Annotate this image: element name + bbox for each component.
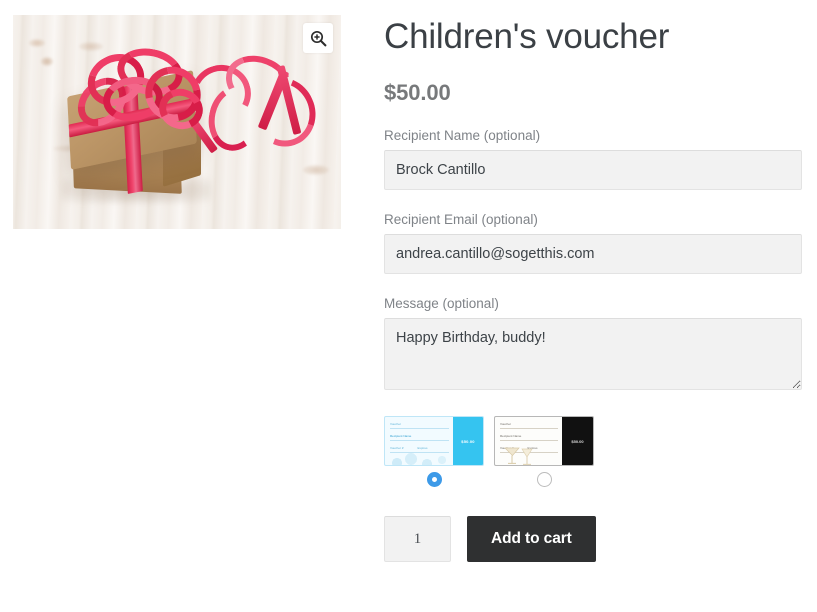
product-summary: Children's voucher $50.00 Recipient Name… bbox=[384, 0, 804, 562]
add-to-cart-button[interactable]: Add to cart bbox=[467, 516, 596, 562]
recipient-name-label: Recipient Name (optional) bbox=[384, 128, 541, 143]
zoom-image-button[interactable] bbox=[303, 23, 333, 53]
cocktail-glass-icon bbox=[504, 447, 533, 465]
voucher-thumb-rule bbox=[500, 428, 558, 429]
message-textarea[interactable]: Happy Birthday, buddy! bbox=[384, 318, 802, 390]
voucher-thumb-line: Voucher bbox=[390, 422, 402, 426]
recipient-email-field-group: Recipient Email (optional) bbox=[384, 212, 804, 274]
product-image[interactable] bbox=[13, 15, 341, 229]
recipient-email-label: Recipient Email (optional) bbox=[384, 212, 538, 227]
floral-graphic bbox=[387, 449, 451, 465]
recipient-email-input[interactable] bbox=[384, 234, 802, 274]
voucher-thumb-rule bbox=[390, 428, 449, 429]
voucher-thumb-rule bbox=[500, 440, 558, 441]
template-option-blue-floral[interactable]: Voucher Recipient Name Voucher # Expires… bbox=[384, 416, 484, 487]
message-label: Message (optional) bbox=[384, 296, 499, 311]
product-price: $50.00 bbox=[384, 80, 451, 105]
template-option-black-cocktail[interactable]: Voucher Recipient Name Voucher # Expires bbox=[494, 416, 594, 487]
voucher-thumb-rule bbox=[390, 440, 449, 441]
voucher-thumb-amount-panel: $50.00 bbox=[562, 417, 593, 465]
voucher-thumb-line: Voucher bbox=[500, 422, 512, 426]
recipient-name-input[interactable] bbox=[384, 150, 802, 190]
quantity-input[interactable] bbox=[384, 516, 451, 562]
template-radio-black-cocktail[interactable] bbox=[536, 472, 552, 487]
recipient-name-field-group: Recipient Name (optional) bbox=[384, 128, 804, 190]
voucher-thumb-amount: $50.00 bbox=[461, 438, 475, 444]
add-to-cart-row: Add to cart bbox=[384, 516, 804, 562]
voucher-thumb-line: Recipient Name bbox=[500, 434, 522, 438]
wood-knot bbox=[29, 39, 45, 47]
blue-floral-voucher-thumbnail[interactable]: Voucher Recipient Name Voucher # Expires… bbox=[384, 416, 484, 466]
voucher-thumb-line: Recipient Name bbox=[390, 434, 412, 438]
product-gallery bbox=[13, 15, 341, 229]
voucher-thumb-details: Voucher Recipient Name Voucher # Expires bbox=[495, 417, 562, 465]
product-title: Children's voucher bbox=[384, 17, 670, 56]
voucher-template-chooser: Voucher Recipient Name Voucher # Expires… bbox=[384, 416, 804, 487]
message-field-group: Message (optional) Happy Birthday, buddy… bbox=[384, 296, 804, 390]
black-cocktail-voucher-thumbnail[interactable]: Voucher Recipient Name Voucher # Expires bbox=[494, 416, 594, 466]
template-radio-blue-floral[interactable] bbox=[426, 472, 442, 487]
voucher-thumb-amount-panel: $50.00 bbox=[453, 417, 483, 465]
voucher-thumb-amount: $50.00 bbox=[571, 438, 584, 444]
wood-knot bbox=[41, 57, 53, 66]
wood-knot bbox=[303, 165, 329, 175]
magnifier-plus-icon bbox=[310, 30, 327, 47]
wood-knot bbox=[79, 42, 103, 51]
voucher-thumb-details: Voucher Recipient Name Voucher # Expires bbox=[385, 417, 453, 465]
